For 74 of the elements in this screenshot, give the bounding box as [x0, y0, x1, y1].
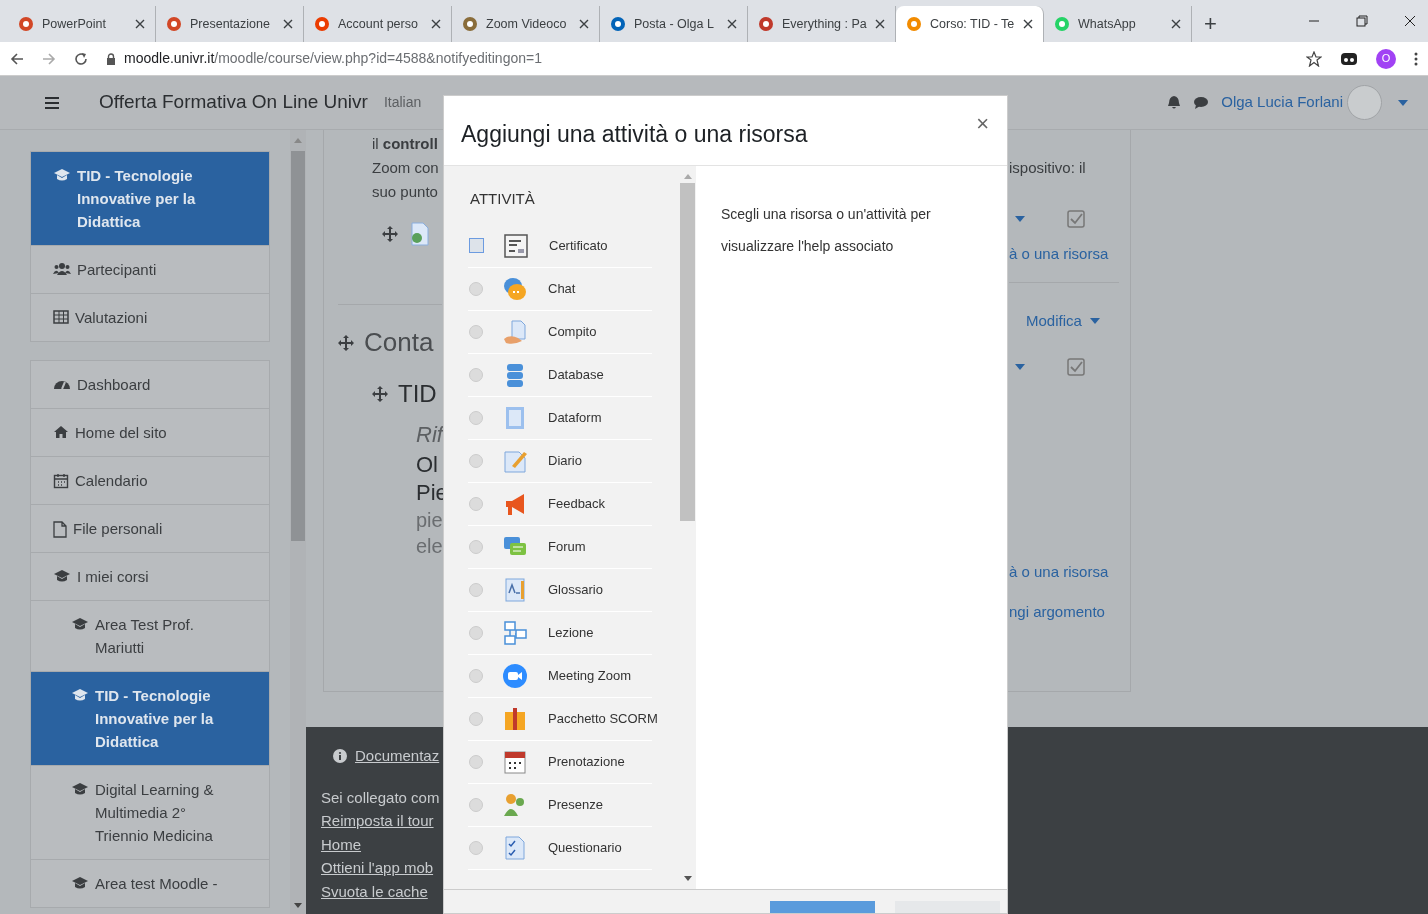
activity-label: Dataform — [548, 408, 602, 427]
activity-option[interactable]: Compito — [468, 310, 652, 354]
tab-title: Account perso — [338, 15, 419, 33]
activity-option[interactable]: Meeting Zoom — [468, 654, 652, 698]
author-text: pie — [416, 508, 444, 533]
activity-label: Diario — [548, 451, 582, 470]
sidebar-item[interactable]: File personali — [31, 505, 269, 553]
activity-label: Meeting Zoom — [548, 666, 632, 685]
activity-label: Prenotazione — [548, 752, 625, 771]
sidebar-item[interactable]: I miei corsi — [31, 553, 269, 601]
tab-title: Presentazione — [190, 15, 271, 33]
activity-option[interactable]: Chat — [468, 267, 652, 311]
activity-label: Lezione — [548, 623, 594, 642]
sidebar-item[interactable]: TID - Tecnologie Innovative per la Didattica — [31, 672, 269, 766]
activity-option[interactable]: Lezione — [468, 611, 652, 655]
footer-link[interactable]: Ottieni l'app mob — [321, 859, 434, 876]
tab-title: Everything : Pa — [782, 15, 867, 33]
activity-option[interactable]: Questionario — [468, 826, 652, 870]
documentation-link[interactable]: Documentaz — [355, 745, 440, 768]
address-field[interactable]: moodle.univr.it/moodle/course/view.php?id=4588&notifyeditingon=1 — [106, 48, 1288, 69]
activity-label: Feedback — [548, 494, 606, 513]
new-tab-button[interactable]: + — [1192, 6, 1229, 42]
tab-title: Corso: TID - Te — [930, 15, 1015, 33]
site-name[interactable]: Offerta Formativa On Line Univr — [99, 88, 368, 117]
activity-label: Forum — [548, 537, 586, 556]
activity-option[interactable]: Diario — [468, 439, 652, 483]
section-title: Conta — [364, 326, 434, 359]
sidebar-item[interactable]: Dashboard — [31, 361, 269, 409]
activity-label: Chat — [548, 279, 576, 298]
dialog-title: Aggiungi una attività o una risorsa — [461, 120, 808, 149]
footer-link[interactable]: Svuota le cache — [321, 882, 428, 900]
help-text: Scegli una risorsa o un'attività per visualizzare l'help associato — [721, 205, 932, 256]
author-text: ele — [416, 534, 444, 559]
close-button[interactable]: × — [976, 113, 989, 135]
tab-title: Zoom Videoco — [486, 15, 568, 33]
activity-label: Certificato — [549, 236, 608, 255]
activity-option[interactable]: Feedback — [468, 482, 652, 526]
activity-option[interactable]: Glossario — [468, 568, 652, 612]
activity-option[interactable]: Presenze — [468, 783, 652, 827]
sidebar-item[interactable]: Calendario — [31, 457, 269, 505]
description-text: il controll — [372, 134, 439, 154]
section-heading: ATTIVITÀ — [470, 189, 536, 209]
sidebar-item[interactable]: Home del sito — [31, 409, 269, 457]
activity-option[interactable]: Certificato — [468, 224, 652, 268]
footer-link[interactable]: Reimposta il tour — [321, 812, 434, 829]
resource-subtitle: Rif — [416, 421, 444, 449]
description-text: Zoom con — [372, 158, 440, 178]
sidebar-item[interactable]: Partecipanti — [31, 246, 269, 294]
login-info-text: Sei collegato com — [321, 787, 440, 808]
tab-title: Posta - Olga L — [634, 15, 715, 33]
browser-tab[interactable]: Corso: TID - Te — [896, 6, 1044, 42]
author-text: Ol — [416, 451, 439, 479]
activity-option[interactable]: Forum — [468, 525, 652, 569]
description-text: ispositivo: il — [1009, 158, 1087, 178]
activity-option[interactable]: Database — [468, 353, 652, 397]
sidebar-item[interactable]: Digital Learning & Multimedia 2° Triennio Medicina — [31, 766, 269, 860]
activity-label: Glossario — [548, 580, 603, 599]
profile-avatar[interactable]: O — [1376, 48, 1396, 69]
activity-option[interactable]: Dataform — [468, 396, 652, 440]
activity-label: Questionario — [548, 838, 622, 857]
description-text: suo punto — [372, 182, 439, 202]
activity-label: Pacchetto SCORM — [548, 709, 658, 728]
tab-title: WhatsApp — [1078, 15, 1137, 33]
sidebar-item[interactable]: TID - Tecnologie Innovative per la Didattica — [31, 152, 269, 246]
tab-title: PowerPoint — [42, 15, 107, 33]
sidebar-item[interactable]: Valutazioni — [31, 294, 269, 342]
sidebar-item[interactable]: Area test Moodle - — [31, 860, 269, 908]
footer-link[interactable]: Home — [321, 835, 361, 853]
activity-label: Compito — [548, 322, 597, 341]
resource-title: TID — [398, 379, 437, 409]
activity-label: Presenze — [548, 795, 603, 814]
sidebar-item[interactable]: Area Test Prof. Mariutti — [31, 601, 269, 672]
activity-label: Database — [548, 365, 604, 384]
activity-option[interactable]: Prenotazione — [468, 740, 652, 784]
